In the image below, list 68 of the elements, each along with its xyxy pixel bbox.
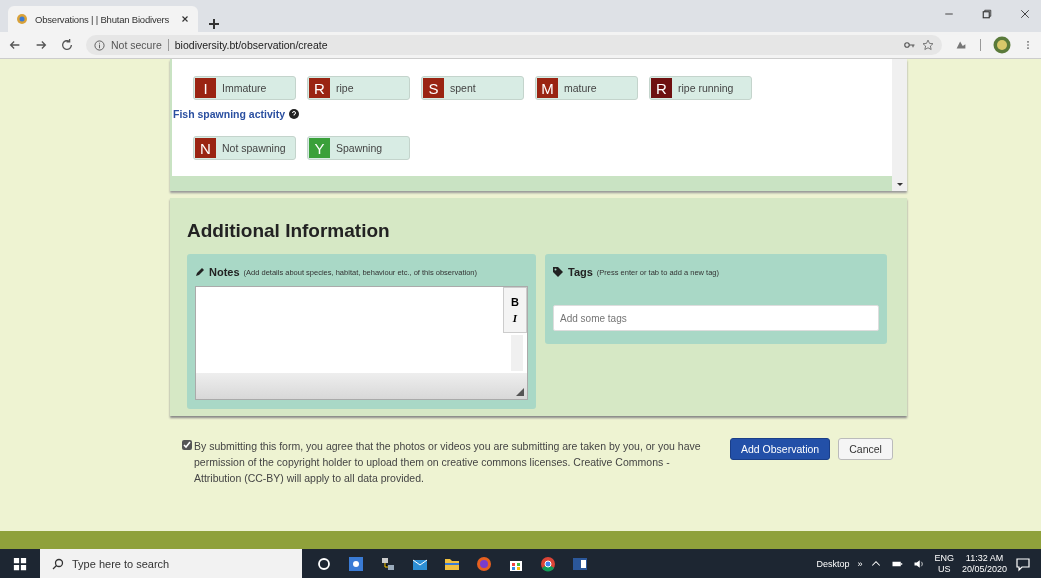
clock-time[interactable]: 11:32 AM <box>965 553 1004 564</box>
address-bar[interactable]: Not secure biodiversity.bt/observation/create <box>86 35 942 55</box>
option-label: mature <box>564 82 597 94</box>
back-icon[interactable] <box>8 38 22 52</box>
help-icon[interactable] <box>289 109 300 119</box>
option-label: Not spawning <box>222 142 286 154</box>
star-icon[interactable] <box>922 39 934 51</box>
option-button[interactable]: N Not spawning <box>193 136 296 160</box>
avatar-icon[interactable] <box>993 36 1011 54</box>
pencil-icon <box>195 267 205 277</box>
option-button[interactable]: R ripe running <box>649 76 752 100</box>
search-placeholder: Type here to search <box>72 558 170 570</box>
windows-icon[interactable] <box>13 557 27 571</box>
option-label: Immature <box>222 82 267 94</box>
close-icon[interactable] <box>180 14 190 24</box>
tags-input[interactable]: Add some tags <box>553 305 879 331</box>
region-label[interactable]: US <box>937 564 951 575</box>
letter-badge: R <box>309 78 330 98</box>
option-button[interactable]: S spent <box>421 76 524 100</box>
bold-button[interactable]: B <box>511 296 519 308</box>
language-label[interactable]: ENG <box>934 553 954 564</box>
circle-icon[interactable] <box>316 556 332 572</box>
letter-badge: N <box>195 138 216 158</box>
letter-badge: S <box>423 78 444 98</box>
key-icon[interactable] <box>904 39 916 51</box>
option-button[interactable]: R ripe <box>307 76 410 100</box>
tag-icon <box>553 267 564 277</box>
field-label: Fish spawning activity <box>173 108 286 120</box>
toolbar-label[interactable]: Desktop <box>816 559 850 569</box>
submit-button[interactable]: Add Observation <box>730 438 831 460</box>
agreement-checkbox[interactable] <box>182 440 192 450</box>
option-label: ripe <box>336 82 354 94</box>
option-label: ripe running <box>678 82 734 94</box>
cancel-button[interactable]: Cancel <box>838 438 893 460</box>
tab-title: Observations | | Bhutan Biodivers <box>35 13 171 25</box>
option-button[interactable]: M mature <box>535 76 638 100</box>
letter-badge: R <box>651 78 672 98</box>
letter-badge: I <box>195 78 216 98</box>
scrollbar[interactable] <box>892 59 907 191</box>
field-label: Notes <box>209 266 240 278</box>
italic-button[interactable]: I <box>512 312 518 324</box>
letter-badge: Y <box>309 138 330 158</box>
forward-icon[interactable] <box>34 38 48 52</box>
reload-icon[interactable] <box>60 38 74 52</box>
overflow-chevron[interactable]: » <box>857 559 863 569</box>
url-text: biodiversity.bt/observation/create <box>174 39 328 51</box>
option-button[interactable]: Y Spawning <box>307 136 410 160</box>
folder-icon[interactable] <box>444 556 460 572</box>
option-label: Spawning <box>336 142 383 154</box>
resize-handle-icon[interactable] <box>516 388 524 396</box>
info-icon <box>94 39 105 51</box>
option-label: spent <box>450 82 476 94</box>
section-title: Additional Information <box>187 220 391 242</box>
option-button[interactable]: I Immature <box>193 76 296 100</box>
notification-icon[interactable] <box>1015 556 1031 572</box>
restore-icon[interactable] <box>981 8 993 20</box>
search-icon <box>52 558 64 570</box>
app-icon[interactable] <box>348 556 364 572</box>
browser-tab[interactable]: Observations | | Bhutan Biodivers <box>8 6 198 32</box>
close-icon[interactable] <box>1019 8 1031 20</box>
field-label: Tags <box>568 266 593 278</box>
new-tab-icon[interactable] <box>206 16 222 32</box>
security-label: Not secure <box>111 39 162 51</box>
taskbar-search[interactable]: Type here to search <box>40 549 302 578</box>
clock-date[interactable]: 20/05/2020 <box>961 564 1007 575</box>
agreement-text: By submitting this form, you agree that the photos or videos you are submitting are taken by you, or you have permission of the copyright holder to upload them on creative commons licenses. Creative Commons - Attribution (CC-BY) will apply to all data provided. <box>194 439 702 486</box>
notes-editor[interactable]: B I <box>195 286 528 400</box>
letter-badge: M <box>537 78 558 98</box>
